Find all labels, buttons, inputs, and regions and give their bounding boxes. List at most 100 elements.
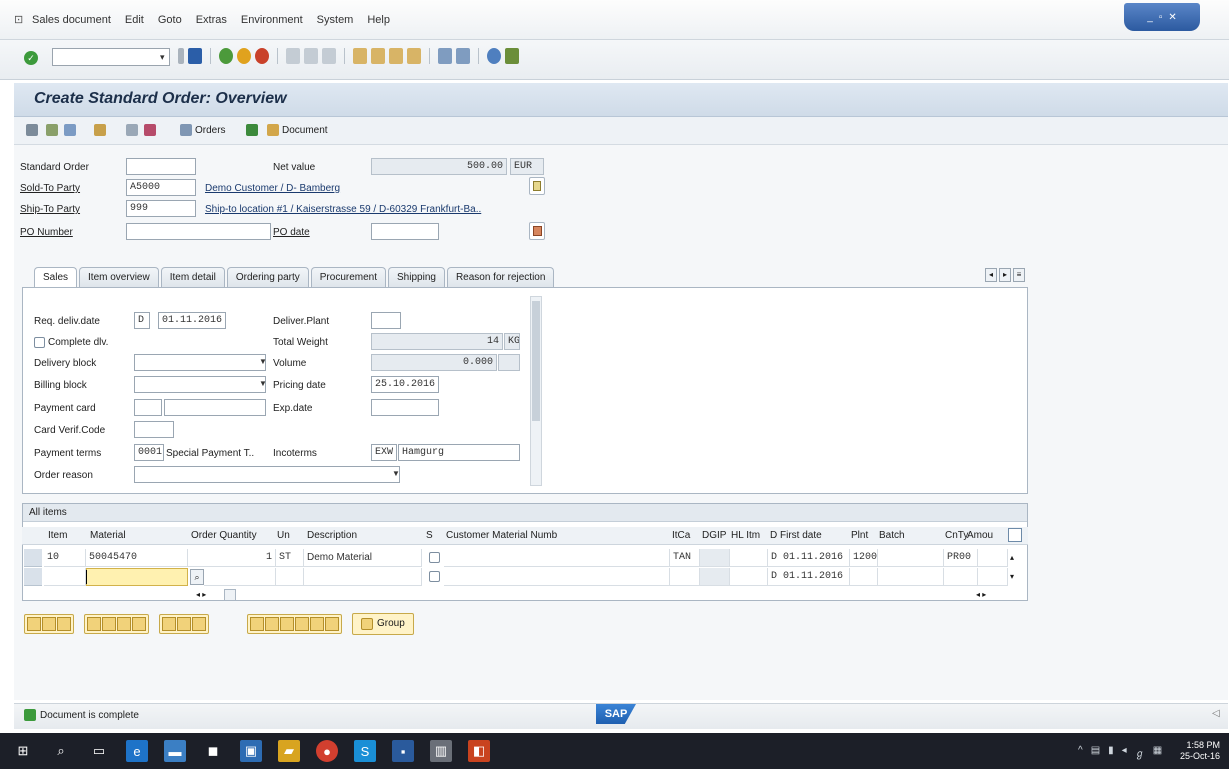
cell-description[interactable]: [304, 568, 422, 586]
tray-chevron-icon[interactable]: ^: [1078, 745, 1083, 760]
billing-block-select[interactable]: [134, 376, 266, 393]
col-item[interactable]: Item: [48, 530, 67, 541]
col-un[interactable]: Un: [277, 530, 290, 541]
sap-gui-icon[interactable]: ▣: [240, 740, 262, 762]
order-reason-dropdown-icon[interactable]: ▼: [392, 469, 400, 478]
delivery-block-dropdown-icon[interactable]: ▼: [259, 357, 267, 366]
menu-edit[interactable]: Edit: [125, 14, 144, 26]
window-menu-icon[interactable]: ⊡: [14, 13, 23, 26]
display-icon[interactable]: [26, 124, 38, 136]
exit-icon[interactable]: [237, 48, 251, 64]
card-verif-code-field[interactable]: [134, 421, 174, 438]
first-page-icon[interactable]: [353, 48, 367, 64]
command-field[interactable]: [52, 48, 170, 66]
col-batch[interactable]: Batch: [879, 530, 905, 541]
layout-menu-icon[interactable]: [505, 48, 519, 64]
req-deliv-date-field[interactable]: 01.11.2016: [158, 312, 226, 329]
next-page-icon[interactable]: [389, 48, 403, 64]
po-date-label[interactable]: PO date: [273, 227, 310, 238]
document-icon[interactable]: [529, 177, 545, 195]
folder-icon[interactable]: ▰: [278, 740, 300, 762]
po-number-label[interactable]: PO Number: [20, 227, 73, 238]
table-scroll-up-icon[interactable]: ▴: [1010, 553, 1014, 562]
cell-first-date[interactable]: 01.11.2016: [780, 568, 850, 586]
col-amount[interactable]: Amou: [967, 530, 993, 541]
billing-block-dropdown-icon[interactable]: ▼: [259, 379, 267, 388]
delivery-block-select[interactable]: [134, 354, 266, 371]
incoterms-field[interactable]: EXW: [371, 444, 397, 461]
col-order-quantity[interactable]: Order Quantity: [191, 530, 257, 541]
cell-order-quantity[interactable]: 1: [188, 549, 276, 567]
collapse-icon[interactable]: [178, 48, 184, 64]
menu-sales-document[interactable]: Sales document: [32, 14, 111, 26]
tab-list-icon[interactable]: ≡: [1013, 268, 1025, 282]
network-icon[interactable]: ▤: [1091, 745, 1100, 760]
sales-vertical-scrollbar[interactable]: [530, 296, 542, 486]
back-icon[interactable]: [219, 48, 233, 64]
language-icon[interactable]: ℊ: [1135, 745, 1145, 760]
tab-item-detail[interactable]: Item detail: [160, 267, 225, 287]
status-message[interactable]: Document is complete: [24, 709, 139, 721]
standard-order-field[interactable]: [126, 158, 196, 175]
cell-itca[interactable]: [670, 568, 700, 586]
powerpoint-icon[interactable]: ◧: [468, 740, 490, 762]
po-date-field[interactable]: [371, 223, 439, 240]
volume-icon[interactable]: ◂: [1122, 745, 1127, 760]
details-button-group[interactable]: [24, 614, 74, 634]
cell-batch[interactable]: [878, 568, 944, 586]
tab-item-overview[interactable]: Item overview: [79, 267, 159, 287]
tab-shipping[interactable]: Shipping: [388, 267, 445, 287]
menu-system[interactable]: System: [317, 14, 354, 26]
enter-icon[interactable]: ✓: [24, 51, 38, 65]
print-icon[interactable]: [286, 48, 300, 64]
sold-to-label[interactable]: Sold-To Party: [20, 183, 80, 194]
chrome-icon[interactable]: ●: [316, 740, 338, 762]
payment-card-number-field[interactable]: [164, 399, 266, 416]
col-plnt[interactable]: Plnt: [851, 530, 868, 541]
col-itca[interactable]: ItCa: [672, 530, 690, 541]
cell-cnty[interactable]: [944, 568, 978, 586]
overview-icon[interactable]: [126, 124, 138, 136]
table-scroll-down-icon[interactable]: ▾: [1010, 572, 1014, 581]
cell-order-quantity[interactable]: [204, 568, 276, 586]
cell-batch[interactable]: [878, 549, 944, 567]
cell-material[interactable]: 50045470: [86, 549, 188, 567]
exp-date-field[interactable]: [371, 399, 439, 416]
ship-to-field[interactable]: 999: [126, 200, 196, 217]
row-selector-1[interactable]: [24, 549, 42, 567]
change-icon[interactable]: [46, 124, 58, 136]
ship-to-label[interactable]: Ship-To Party: [20, 204, 80, 215]
incoterms-place-field[interactable]: Hamgurg: [398, 444, 520, 461]
hscroll-left-icon[interactable]: ◂ ▸: [196, 590, 206, 599]
table-settings-icon[interactable]: [1008, 528, 1022, 542]
cell-amount[interactable]: [978, 549, 1008, 567]
status-bar-expand-icon[interactable]: ◁: [1212, 708, 1220, 719]
req-deliv-date-type-field[interactable]: D: [134, 312, 150, 329]
edge-icon[interactable]: e: [126, 740, 148, 762]
payment-card-type-field[interactable]: [134, 399, 162, 416]
value-help-icon[interactable]: ⌕: [190, 569, 204, 585]
cell-itca[interactable]: TAN: [670, 549, 700, 567]
command-dropdown-icon[interactable]: ▾: [160, 48, 165, 66]
sold-to-description[interactable]: Demo Customer / D- Bamberg: [205, 183, 340, 194]
group-button[interactable]: Group: [352, 613, 414, 635]
insert-delete-button-group[interactable]: [84, 614, 149, 634]
hscroll-right-icon[interactable]: ◂ ▸: [976, 590, 986, 599]
col-material[interactable]: Material: [90, 530, 126, 541]
col-d[interactable]: D: [770, 530, 777, 541]
file-explorer-icon[interactable]: ▬: [164, 740, 186, 762]
new-session-icon[interactable]: [438, 48, 452, 64]
cell-customer-material[interactable]: [444, 549, 670, 567]
col-hl-itm[interactable]: HL Itm: [731, 530, 760, 541]
cell-hl-itm[interactable]: [730, 568, 768, 586]
document-button[interactable]: Document: [246, 124, 328, 136]
cell-hl-itm[interactable]: [730, 549, 768, 567]
search-icon[interactable]: ⌕: [50, 740, 72, 762]
po-number-field[interactable]: [126, 223, 271, 240]
pricing-date-field[interactable]: 25.10.2016: [371, 376, 439, 393]
row-selector-2[interactable]: [24, 568, 42, 586]
cell-plnt[interactable]: [850, 568, 878, 586]
cell-s-checkbox[interactable]: [429, 552, 440, 563]
col-cnty[interactable]: CnTy: [945, 530, 968, 541]
menu-goto[interactable]: Goto: [158, 14, 182, 26]
